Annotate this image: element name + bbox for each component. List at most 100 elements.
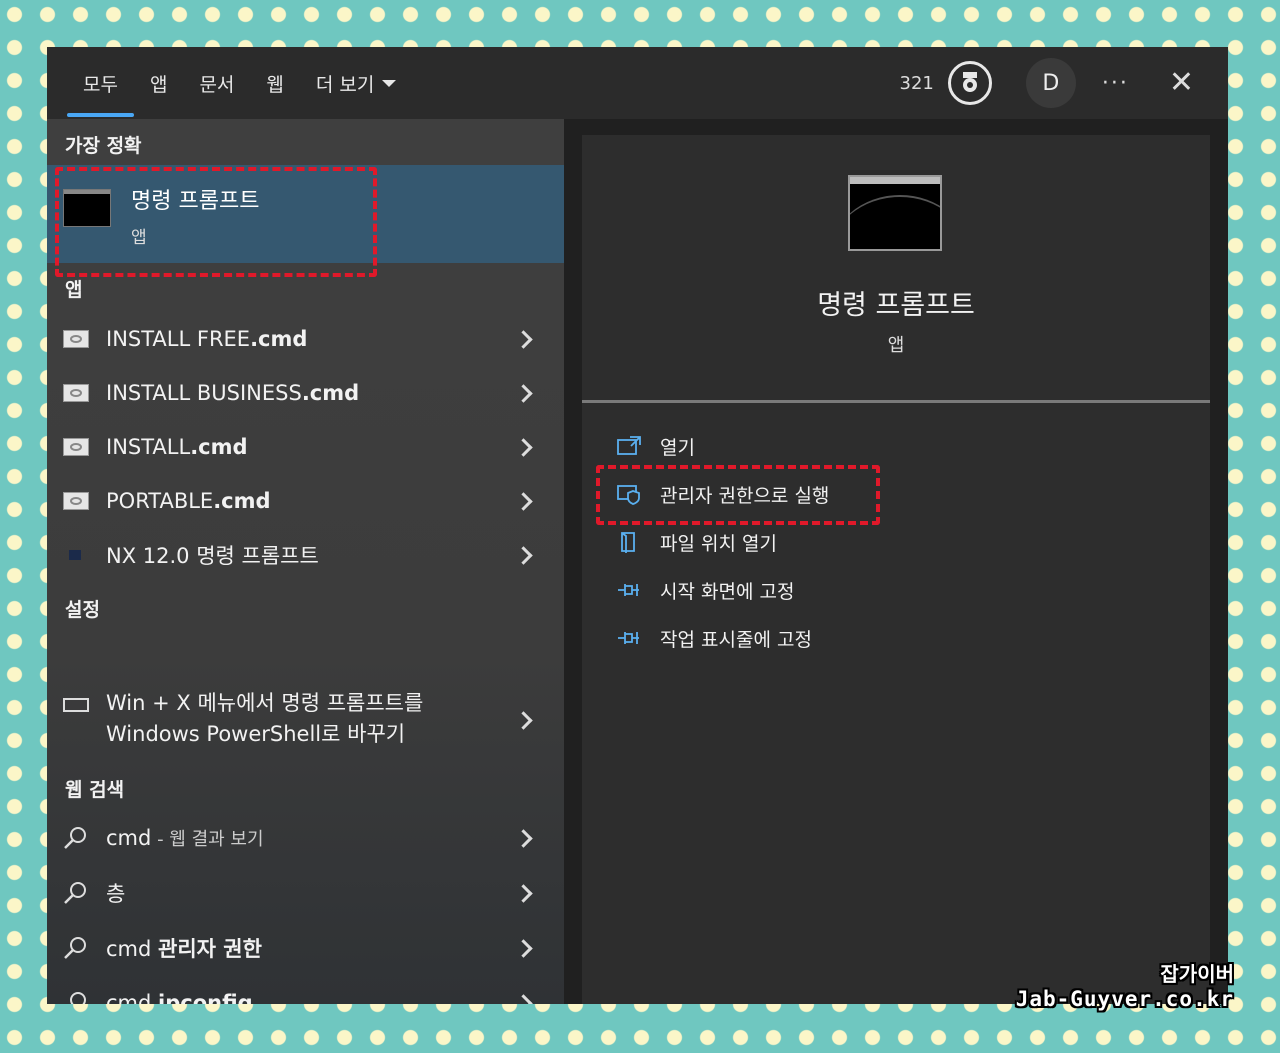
app-ext: .cmd (213, 489, 271, 513)
pin-icon (618, 632, 639, 644)
keyboard-icon (63, 698, 89, 712)
rewards-points: 321 (899, 72, 934, 94)
action-pin-to-taskbar[interactable]: 작업 표시줄에 고정 (616, 618, 812, 658)
chevron-down-icon (382, 79, 397, 87)
web-search-item[interactable]: cmd ipconfig (47, 977, 564, 1004)
web-search-item[interactable]: cmd - 웹 결과 보기 (47, 812, 564, 864)
app-name: INSTALL FREE (106, 327, 251, 351)
action-label: 시작 화면에 고정 (660, 580, 795, 603)
app-ext: .cmd (190, 435, 248, 459)
annotation-highlight-box (55, 167, 377, 277)
preview-subtitle: 앱 (887, 335, 905, 356)
web-search-item[interactable]: cmd 관리자 권한 (47, 922, 564, 974)
tab-label: 웹 (266, 73, 284, 96)
chevron-right-icon[interactable] (514, 329, 533, 349)
app-item-label: PORTABLE.cmd (106, 489, 271, 513)
results-pane: 가장 정확 명령 프롬프트 앱 앱 INSTALL FREE.cmd INSTA… (47, 119, 564, 1004)
tab-label: 모두 (83, 73, 118, 96)
app-item-label: INSTALL BUSINESS.cmd (106, 381, 359, 405)
action-label: 열기 (660, 436, 695, 459)
search-icon (64, 827, 86, 849)
app-name: NX 12.0 명령 프롬프트 (106, 544, 319, 568)
chevron-right-icon[interactable] (514, 383, 533, 403)
search-window: 모두 앱 문서 웹 더 보기 321 D ··· ✕ 가장 정확 명령 프롬프트… (47, 47, 1228, 1004)
close-button[interactable]: ✕ (1169, 68, 1194, 98)
watermark-line-1: 잡가이버 (1160, 962, 1234, 986)
chevron-right-icon[interactable] (514, 437, 533, 457)
web-query-bold: ipconfig (158, 991, 253, 1004)
action-label: 파일 위치 열기 (660, 532, 777, 555)
more-options-button[interactable]: ··· (1102, 71, 1129, 96)
tab-more[interactable]: 더 보기 (300, 47, 412, 119)
preview-title: 명령 프롬프트 (817, 290, 975, 321)
preview-pane: 명령 프롬프트 앱 열기 관리자 권한으로 실행 파일 위치 열기 시작 화면에… (582, 135, 1210, 1004)
chevron-right-icon[interactable] (514, 883, 533, 903)
app-item[interactable]: INSTALL.cmd (47, 421, 564, 473)
command-prompt-large-icon (848, 175, 942, 251)
chevron-right-icon[interactable] (514, 938, 533, 958)
chevron-right-icon[interactable] (514, 711, 533, 730)
user-avatar[interactable]: D (1025, 58, 1076, 108)
chevron-right-icon[interactable] (514, 993, 533, 1004)
app-item-label: INSTALL FREE.cmd (106, 327, 307, 351)
search-icon (64, 882, 86, 904)
topbar-actions: 321 D ··· ✕ (900, 47, 1228, 119)
tab-documents[interactable]: 문서 (183, 47, 250, 119)
web-query: cmd (106, 991, 159, 1004)
settings-line-2: Windows PowerShell로 바꾸기 (106, 722, 406, 746)
search-icon (64, 937, 86, 959)
medal-icon (962, 72, 977, 92)
search-icon (70, 992, 86, 1004)
web-query: cmd (106, 826, 152, 850)
tab-apps[interactable]: 앱 (134, 47, 183, 119)
app-name: INSTALL (106, 435, 191, 459)
web-search-item[interactable]: 층 (47, 867, 564, 919)
action-open[interactable]: 열기 (616, 426, 695, 466)
settings-item-label: Win + X 메뉴에서 명령 프롬프트를 Windows PowerShell로… (106, 688, 423, 750)
avatar-letter: D (1042, 70, 1060, 96)
app-name: INSTALL BUSINESS (106, 381, 302, 405)
tab-label: 문서 (199, 73, 235, 96)
app-item[interactable]: INSTALL BUSINESS.cmd (47, 367, 564, 419)
settings-heading: 설정 (65, 599, 100, 621)
cmd-file-icon (63, 438, 89, 456)
chevron-right-icon[interactable] (514, 828, 533, 848)
web-item-label: 층 (106, 878, 125, 908)
web-suffix: - 웹 결과 보기 (151, 829, 264, 850)
web-query: 층 (106, 882, 126, 906)
chevron-right-icon[interactable] (514, 491, 533, 511)
annotation-highlight-box (596, 465, 880, 525)
settings-line-1: Win + X 메뉴에서 명령 프롬프트를 (106, 691, 424, 715)
app-item[interactable]: NX 12.0 명령 프롬프트 (47, 529, 564, 581)
watermark-line-2: Jab-Guyver.co.kr (1015, 987, 1234, 1011)
app-item[interactable]: INSTALL FREE.cmd (47, 313, 564, 365)
cmd-file-icon (63, 384, 89, 402)
app-item[interactable]: PORTABLE.cmd (47, 475, 564, 527)
app-name: PORTABLE (106, 489, 214, 513)
action-label: 작업 표시줄에 고정 (660, 628, 812, 651)
settings-item[interactable]: Win + X 메뉴에서 명령 프롬프트를 Windows PowerShell로… (47, 688, 564, 752)
web-item-label: cmd - 웹 결과 보기 (106, 825, 264, 851)
web-query-bold: 관리자 권한 (158, 937, 262, 961)
cmd-file-icon (63, 330, 89, 348)
action-pin-to-start[interactable]: 시작 화면에 고정 (616, 570, 794, 610)
tab-label: 앱 (149, 73, 168, 96)
tab-web[interactable]: 웹 (250, 47, 299, 119)
app-ext: .cmd (301, 381, 360, 405)
web-query: cmd (106, 937, 159, 961)
tab-all[interactable]: 모두 (67, 47, 134, 119)
preview-header: 명령 프롬프트 앱 (582, 135, 1210, 399)
rewards-medal-icon[interactable] (947, 61, 992, 105)
app-item-label: INSTALL.cmd (106, 435, 248, 459)
cmd-file-icon (63, 492, 89, 510)
folder-icon (621, 532, 635, 553)
open-icon (617, 436, 641, 455)
best-match-heading: 가장 정확 (65, 135, 142, 157)
chevron-right-icon[interactable] (514, 545, 533, 565)
filter-tabs: 모두 앱 문서 웹 더 보기 (67, 47, 412, 119)
pin-icon (618, 584, 639, 596)
action-open-file-location[interactable]: 파일 위치 열기 (616, 522, 777, 562)
web-item-label: cmd ipconfig (106, 991, 253, 1004)
app-ext: .cmd (250, 327, 308, 351)
apps-heading: 앱 (65, 279, 83, 301)
